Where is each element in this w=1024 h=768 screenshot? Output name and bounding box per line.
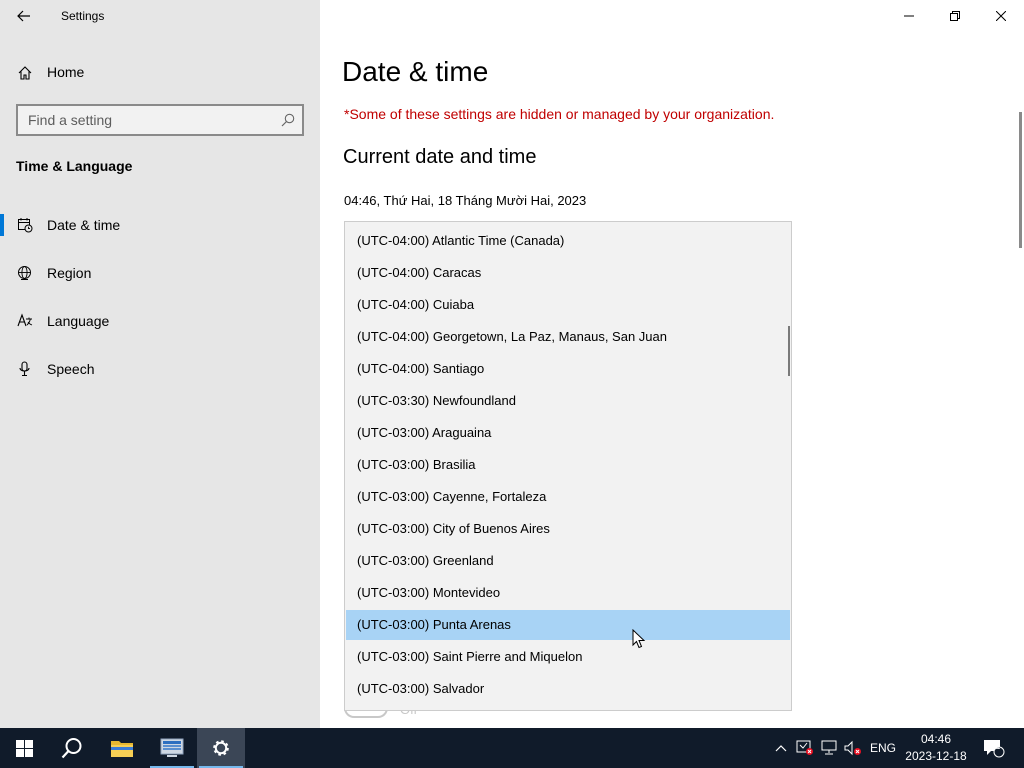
minimize-button[interactable]: [886, 0, 932, 32]
close-icon: [996, 11, 1006, 21]
nav-item-date-time[interactable]: Date & time: [0, 205, 320, 245]
security-alert-icon: [796, 740, 813, 755]
home-label: Home: [47, 64, 85, 80]
timezone-option[interactable]: (UTC-04:00) Caracas: [346, 258, 790, 288]
taskbar: ENG 04:46 2023-12-18 1: [0, 728, 1024, 768]
globe-icon: [18, 266, 31, 280]
search-input[interactable]: [18, 106, 268, 134]
start-button[interactable]: [0, 728, 48, 768]
action-center-button[interactable]: 1: [980, 728, 1008, 768]
server-manager-button[interactable]: [148, 728, 196, 768]
home-nav-item[interactable]: Home: [0, 56, 320, 90]
windows-logo-icon: [15, 739, 33, 757]
timezone-option[interactable]: (UTC-03:00) Brasilia: [346, 450, 790, 480]
close-button[interactable]: [978, 0, 1024, 32]
timezone-option[interactable]: (UTC-03:00) Montevideo: [346, 578, 790, 608]
search-icon: [281, 113, 295, 127]
timezone-option[interactable]: (UTC-04:00) Santiago: [346, 354, 790, 384]
security-tray-button[interactable]: [794, 728, 816, 768]
clock-time: 04:46: [920, 732, 952, 746]
network-icon: [821, 740, 837, 755]
nav-item-label: Date & time: [47, 217, 121, 233]
notification-count: 1: [995, 741, 1001, 751]
nav-item-label: Language: [47, 313, 110, 329]
network-tray-button[interactable]: [818, 728, 840, 768]
page-scrollbar[interactable]: [1019, 112, 1022, 248]
navigation-pane: Settings Home Time & Language Date & tim…: [0, 0, 320, 728]
timezone-option[interactable]: (UTC-03:00) City of Buenos Aires: [346, 514, 790, 544]
nav-item-speech[interactable]: Speech: [0, 349, 320, 389]
title-bar: Settings: [0, 0, 320, 32]
window-controls: [886, 0, 1024, 32]
home-icon: [18, 66, 32, 80]
timezone-option[interactable]: (UTC-03:00) Cayenne, Fortaleza: [346, 482, 790, 512]
folder-icon: [111, 741, 133, 757]
input-language: ENG: [869, 741, 896, 755]
timezone-option[interactable]: (UTC-03:00) Araguaina: [346, 418, 790, 448]
settings-taskbar-button[interactable]: [197, 728, 245, 768]
search-icon: [61, 738, 82, 759]
microphone-icon: [19, 361, 30, 377]
minimize-icon: [904, 15, 914, 17]
search-box[interactable]: [16, 104, 304, 136]
nav-item-language[interactable]: Language: [0, 301, 320, 341]
back-button[interactable]: [8, 4, 40, 28]
nav-item-region[interactable]: Region: [0, 253, 320, 293]
chevron-up-icon: [775, 745, 787, 752]
timezone-option[interactable]: (UTC-03:00) Saint Pierre and Miquelon: [346, 642, 790, 672]
back-arrow-icon: [17, 10, 30, 22]
section-title: Time & Language: [16, 158, 133, 174]
nav-item-label: Speech: [47, 361, 95, 377]
language-icon: [17, 313, 33, 327]
clock-button[interactable]: 04:46 2023-12-18: [900, 731, 972, 765]
mouse-cursor-icon: [632, 629, 646, 649]
app-title: Settings: [61, 9, 105, 23]
nav-item-label: Region: [47, 265, 92, 281]
page-title: Date & time: [342, 56, 489, 87]
search-taskbar-button[interactable]: [48, 728, 96, 768]
current-datetime-value: 04:46, Thứ Hai, 18 Tháng Mười Hai, 2023: [344, 193, 587, 208]
timezone-option[interactable]: (UTC-04:00) Atlantic Time (Canada): [346, 226, 790, 256]
timezone-dropdown-list[interactable]: (UTC-04:00) Atlantic Time (Canada) (UTC-…: [344, 221, 792, 711]
show-hidden-icons-button[interactable]: [772, 728, 790, 768]
selection-indicator: [0, 214, 4, 236]
timezone-option[interactable]: (UTC-04:00) Cuiaba: [346, 290, 790, 320]
restore-icon: [950, 11, 960, 21]
timezone-option[interactable]: (UTC-03:30) Newfoundland: [346, 386, 790, 416]
timezone-option[interactable]: (UTC-03:00) Greenland: [346, 546, 790, 576]
date-time-icon: [18, 218, 33, 233]
server-manager-icon: [160, 738, 184, 757]
timezone-option[interactable]: (UTC-04:00) Georgetown, La Paz, Manaus, …: [346, 322, 790, 352]
input-language-button[interactable]: ENG: [866, 728, 900, 768]
organization-notice: *Some of these settings are hidden or ma…: [344, 106, 775, 122]
clock-date: 2023-12-18: [905, 749, 967, 763]
volume-muted-icon: [844, 740, 861, 756]
gear-icon: [213, 740, 229, 756]
list-scrollbar-thumb[interactable]: [788, 326, 790, 376]
volume-tray-button[interactable]: [842, 728, 864, 768]
current-datetime-heading: Current date and time: [343, 146, 537, 168]
file-explorer-button[interactable]: [98, 728, 146, 768]
restore-button[interactable]: [932, 0, 978, 32]
timezone-option[interactable]: (UTC-03:00) Salvador: [346, 674, 790, 704]
timezone-option-selected[interactable]: (UTC-03:00) Punta Arenas: [346, 610, 790, 640]
